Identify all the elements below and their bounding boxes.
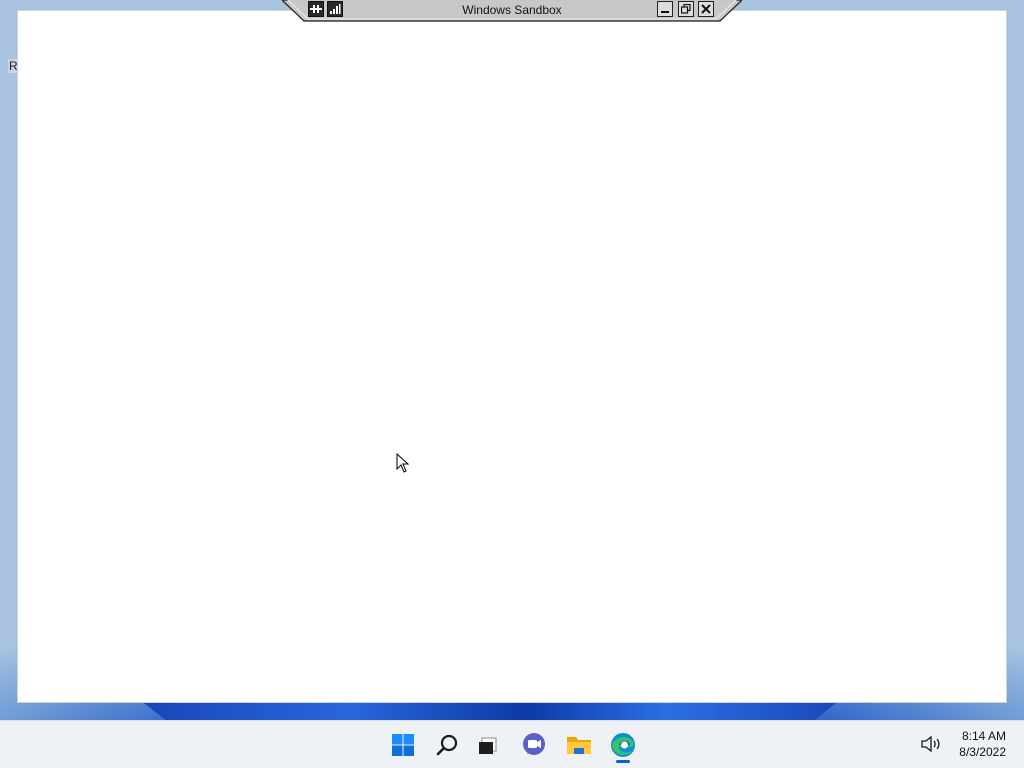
mouse-pointer-icon xyxy=(396,453,410,473)
clock-time: 8:14 AM xyxy=(961,729,1006,743)
chat-button[interactable] xyxy=(518,729,550,761)
start-button[interactable] xyxy=(387,729,419,761)
clock[interactable]: 8:14 AM 8/3/2022 xyxy=(944,728,1006,760)
active-app-indicator xyxy=(616,760,630,763)
close-icon xyxy=(701,4,711,14)
speaker-icon[interactable] xyxy=(920,734,942,754)
teams-chat-icon xyxy=(523,733,545,755)
taskbar xyxy=(0,720,1024,768)
edge-browser-icon xyxy=(611,733,635,757)
close-button[interactable] xyxy=(698,1,714,17)
edge-button[interactable] xyxy=(607,729,639,761)
minimize-button[interactable] xyxy=(657,1,673,17)
desktop: R Windows Sandbox 8:14 AM 8/3/2022 xyxy=(0,0,1024,768)
connection-bar[interactable]: Windows Sandbox xyxy=(282,0,742,22)
folder-icon xyxy=(567,737,591,754)
connection-bars-icon xyxy=(330,4,341,14)
windows-logo-icon xyxy=(392,734,414,756)
sandbox-window[interactable] xyxy=(18,11,1006,702)
pin-button[interactable] xyxy=(308,1,324,17)
search-button[interactable] xyxy=(431,729,463,761)
task-view-icon xyxy=(479,737,497,754)
connection-quality-button[interactable] xyxy=(327,1,343,17)
window-title: Windows Sandbox xyxy=(462,3,562,17)
pin-icon xyxy=(310,5,322,13)
search-icon xyxy=(436,734,458,756)
task-view-button[interactable] xyxy=(472,729,504,761)
clock-date: 8/3/2022 xyxy=(959,745,1006,759)
wallpaper-bloom xyxy=(140,700,840,722)
file-explorer-button[interactable] xyxy=(563,729,595,761)
restore-button[interactable] xyxy=(678,1,694,17)
minimize-icon xyxy=(661,11,669,13)
restore-icon xyxy=(681,4,691,14)
